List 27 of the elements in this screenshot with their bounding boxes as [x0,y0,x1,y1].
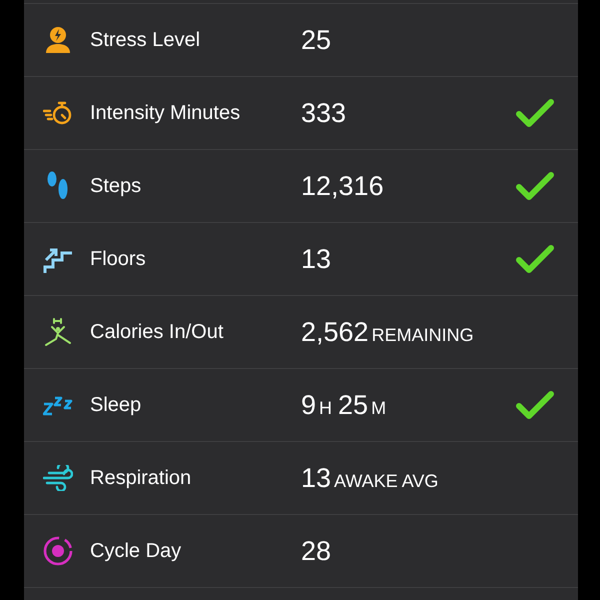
metric-value: 2,562 [301,316,369,348]
metric-value: 9 [301,390,316,420]
metric-value: 12,316 [301,170,384,202]
unit-label: M [371,398,386,418]
metric-value: 13 [301,244,332,274]
unit-label: REMAINING [372,324,474,346]
metric-label: Steps [90,174,142,198]
metric-label: Respiration [90,466,192,490]
stopwatch-icon [43,101,73,125]
metric-label: Stress Level [90,28,202,52]
metric-value: 333 [301,98,346,128]
metric-value: 25 [338,390,368,420]
person-bolt-icon [44,26,72,54]
metric-label: Sleep [90,394,142,416]
metric-label: Calories In/Out [90,320,224,344]
metric-label: Cycle Day [90,540,182,562]
metric-value: 13 [301,462,332,494]
unit-label: H [319,398,332,418]
wind-icon [43,465,73,491]
metric-value: 25 [301,24,332,56]
metric-label: Floors [90,248,147,270]
metric-label: Intensity Minutes [90,102,242,124]
jumping-figure-icon [44,317,72,347]
metric-value: 28 [301,536,332,566]
footprints-icon [46,171,70,201]
cycle-ring-icon [42,535,74,567]
unit-label: AWAKE AVG [334,470,438,492]
